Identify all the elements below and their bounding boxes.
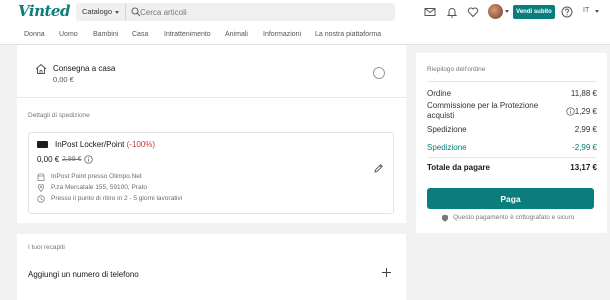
home-delivery-price: 0,00 € [53,75,74,84]
total-value: 13,17 € [570,163,597,172]
avatar[interactable] [488,4,503,19]
info-icon[interactable] [84,155,93,164]
contacts-card: I tuoi recapiti Aggiungi un numero di te… [17,234,406,300]
add-phone-link[interactable]: Aggiungi un numero di telefono [28,270,139,279]
help-icon[interactable] [561,6,573,18]
clock-icon [37,195,45,203]
home-icon [35,63,47,74]
contacts-label: I tuoi recapiti [28,244,65,251]
summary-label: Spedizione [427,143,467,152]
category-casa[interactable]: Casa [132,31,148,38]
pay-button[interactable]: Paga [427,188,594,209]
language-selector[interactable]: IT [583,7,589,14]
category-intrattenimento[interactable]: Intrattenimento [164,31,211,38]
top-header: Vinted Catalogo Vendi subito IT [0,0,610,25]
summary-value: -2,99 € [572,143,597,152]
catalog-label: Catalogo [82,7,113,16]
category-nav: Donna Uomo Bambini Casa Intrattenimento … [0,25,610,45]
delivery-card: Consegna a casa 0,00 € Dettagli di spedi… [17,45,406,223]
home-delivery-radio[interactable] [373,67,385,79]
heart-icon[interactable] [467,6,479,18]
pickup-option-box[interactable]: InPost Locker/Point (-100%) 0,00 € 2,99 … [28,132,394,214]
pickup-discount: (-100%) [126,140,156,149]
search-input[interactable] [140,3,380,21]
store-icon [37,173,45,181]
chevron-down-icon [115,10,120,14]
chevron-down-icon[interactable] [595,10,599,13]
category-uomo[interactable]: Uomo [59,31,78,38]
pickup-address: P.za Mercatale 155, 59100, Prato [51,184,147,191]
summary-label-line2: acquisti [427,111,455,120]
bell-icon[interactable] [446,6,458,18]
catalog-dropdown[interactable]: Catalogo [76,3,126,21]
inpost-logo [37,141,48,148]
divider [17,97,406,98]
category-donna[interactable]: Donna [24,31,45,38]
edit-pencil-icon[interactable] [373,163,384,174]
pickup-name: InPost Locker/Point [55,140,125,149]
location-pin-icon [37,184,45,192]
summary-label: Ordine [427,89,452,98]
pickup-point-name: InPost Point presso Olimpo.Net [51,173,142,180]
total-label: Totale da pagare [427,163,490,172]
mail-icon[interactable] [424,6,436,18]
category-piattaforma[interactable]: La nostra piattaforma [315,31,381,38]
home-delivery-title: Consegna a casa [53,64,116,73]
divider [427,157,597,158]
chevron-down-icon[interactable] [505,10,509,13]
summary-title: Riepilogo dell'ordine [427,66,486,73]
plus-icon[interactable] [381,267,392,278]
shipping-details-label: Dettagli di spedizione [28,112,90,119]
category-animali[interactable]: Animali [225,31,248,38]
summary-value: 2,99 € [574,125,597,134]
pickup-option-title: InPost Locker/Point (-100%) [55,140,155,149]
pickup-timing: Presso il punto di ritiro in 2 - 5 giorn… [51,195,183,202]
divider [427,81,597,82]
order-summary-card: Riepilogo dell'ordine Ordine 11,88 € Com… [416,53,607,233]
summary-label: Spedizione [427,125,467,134]
info-icon[interactable] [566,107,575,116]
category-informazioni[interactable]: Informazioni [263,31,301,38]
summary-value: 1,29 € [574,107,597,116]
secure-note-text: Questo pagamento è crittografato e sicur… [453,214,575,221]
pickup-old-price: 2,99 € [62,156,82,163]
sell-now-button[interactable]: Vendi subito [513,5,555,19]
pickup-price: 0,00 € [37,155,60,164]
search-bar: Catalogo [76,3,395,21]
vinted-logo[interactable]: Vinted [18,2,70,20]
category-bambini[interactable]: Bambini [93,31,118,38]
summary-label-line1: Commissione per la Protezione [427,101,539,110]
shield-icon [442,214,448,222]
summary-value: 11,88 € [570,89,597,98]
